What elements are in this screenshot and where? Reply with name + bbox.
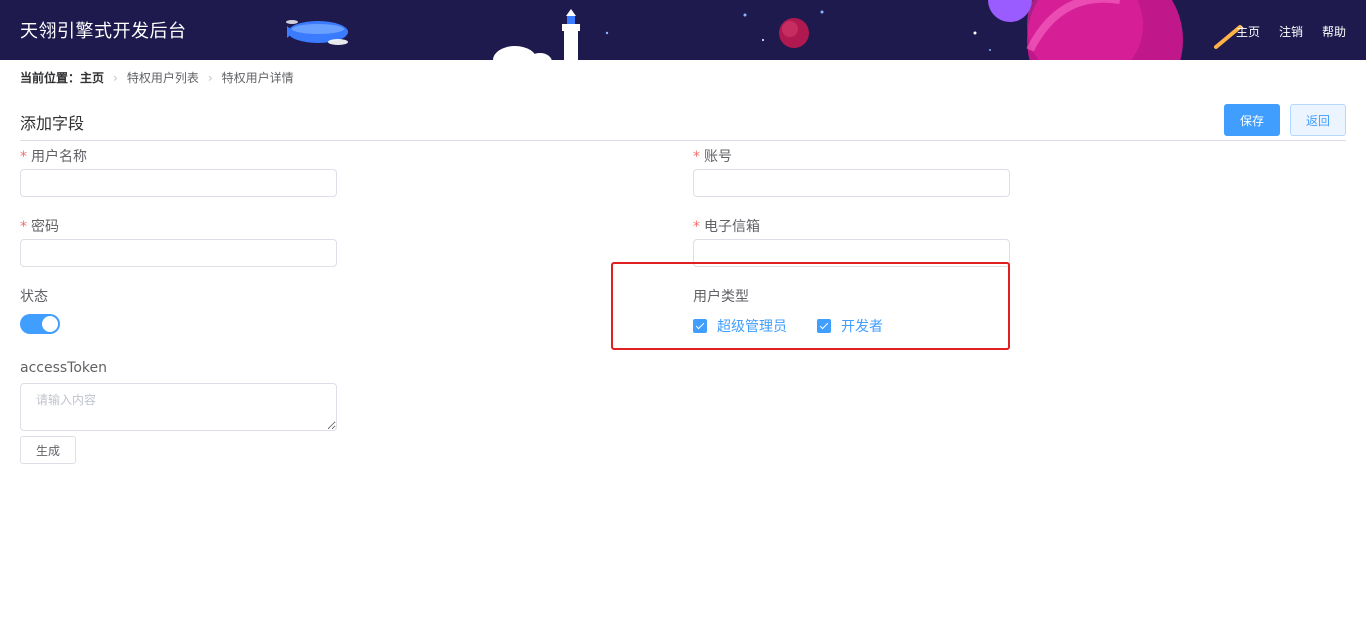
required-asterisk: *	[20, 149, 27, 165]
username-input[interactable]	[20, 169, 337, 197]
header-nav: 主页 注销 帮助	[1236, 23, 1346, 40]
header-decoration	[286, 0, 1242, 60]
password-input[interactable]	[20, 239, 337, 267]
save-button[interactable]: 保存	[1224, 104, 1280, 136]
chevron-right-icon: ›	[207, 70, 213, 85]
section-title: 添加字段	[20, 114, 85, 133]
user-type-label: 用户类型	[693, 289, 749, 305]
breadcrumb-item-user-list[interactable]: 特权用户列表	[127, 69, 199, 86]
checkbox-developer[interactable]: 开发者	[817, 316, 883, 336]
email-label: * 电子信箱	[693, 219, 760, 235]
breadcrumb-item-user-detail: 特权用户详情	[221, 71, 294, 85]
checkbox-label: 超级管理员	[717, 319, 787, 335]
password-label: * 密码	[20, 219, 59, 235]
required-asterisk: *	[20, 219, 27, 235]
nav-help-link[interactable]: 帮助	[1322, 23, 1346, 40]
app-title: 天翎引擎式开发后台	[20, 21, 187, 42]
generate-button[interactable]: 生成	[20, 436, 76, 464]
account-input[interactable]	[693, 169, 1010, 197]
checkbox-checked-icon[interactable]	[693, 319, 707, 333]
back-button[interactable]: 返回	[1290, 104, 1346, 136]
top-header: 天翎引擎式开发后台 主页 注销 帮助	[0, 0, 1366, 60]
checkbox-checked-icon[interactable]	[817, 319, 831, 333]
username-label: * 用户名称	[20, 149, 87, 165]
required-asterisk: *	[693, 219, 700, 235]
required-asterisk: *	[693, 149, 700, 165]
checkbox-super-admin[interactable]: 超级管理员	[693, 316, 787, 336]
status-toggle[interactable]	[20, 314, 60, 334]
nav-logout-link[interactable]: 注销	[1279, 23, 1303, 40]
account-label: * 账号	[693, 149, 732, 165]
status-label: 状态	[20, 289, 48, 305]
access-token-textarea[interactable]	[20, 383, 337, 431]
section-divider	[20, 140, 1346, 141]
access-token-label: accessToken	[20, 360, 108, 376]
checkbox-label: 开发者	[841, 319, 883, 335]
nav-home-link[interactable]: 主页	[1236, 23, 1260, 40]
breadcrumb: 当前位置： 主页 › 特权用户列表 › 特权用户详情	[20, 69, 294, 86]
breadcrumb-label: 当前位置：	[20, 71, 81, 85]
chevron-right-icon: ›	[113, 70, 118, 85]
breadcrumb-home[interactable]: 主页	[80, 69, 104, 86]
highlight-box	[611, 262, 1010, 350]
toggle-knob	[42, 316, 58, 332]
